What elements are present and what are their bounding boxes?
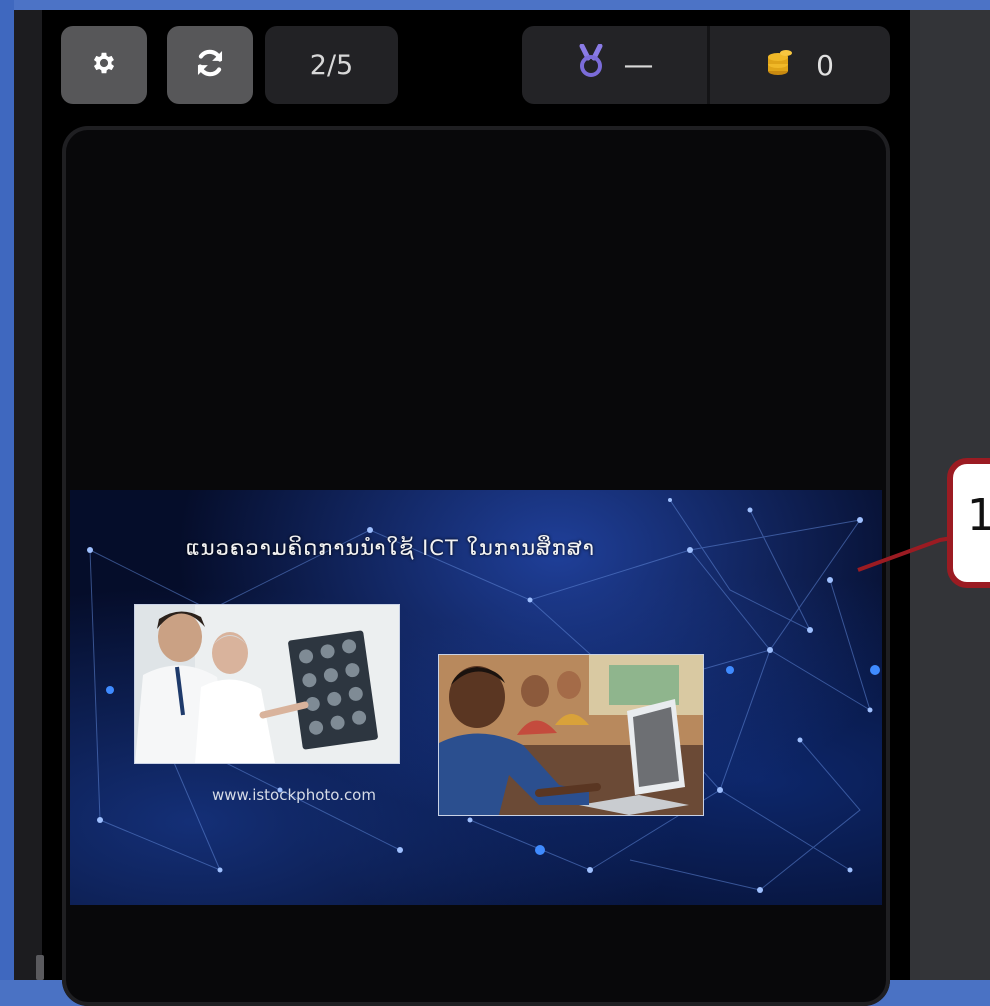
refresh-button[interactable] — [167, 26, 253, 104]
doctors-photo — [134, 604, 400, 764]
gear-icon — [90, 49, 118, 81]
page-indicator: 2/5 — [265, 26, 398, 104]
medal-icon — [576, 43, 606, 86]
page-indicator-text: 2/5 — [309, 49, 354, 81]
image-credit: www.istockphoto.com — [212, 786, 376, 804]
scrollbar-handle[interactable] — [36, 955, 44, 980]
refresh-icon — [193, 46, 227, 84]
slide-image: ແນວຄວາມຄິດການນຳໃຊ້ ICT ໃນການສຶກສາ www.is… — [70, 490, 882, 905]
coins-icon — [766, 47, 794, 84]
stats-bar: — 0 — [522, 26, 890, 104]
slide-title: ແນວຄວາມຄິດການນຳໃຊ້ ICT ໃນການສຶກສາ — [186, 536, 595, 560]
medal-stat[interactable]: — — [522, 26, 707, 104]
students-laptop-photo — [438, 654, 704, 816]
callout-box: 1 — [947, 458, 990, 588]
coins-stat[interactable]: 0 — [710, 26, 890, 104]
settings-button[interactable] — [61, 26, 147, 104]
callout-number: 1 — [967, 490, 990, 541]
medal-value: — — [623, 47, 654, 83]
coins-value: 0 — [816, 48, 834, 82]
window-top-band — [0, 0, 990, 10]
window-left-band — [0, 0, 14, 980]
